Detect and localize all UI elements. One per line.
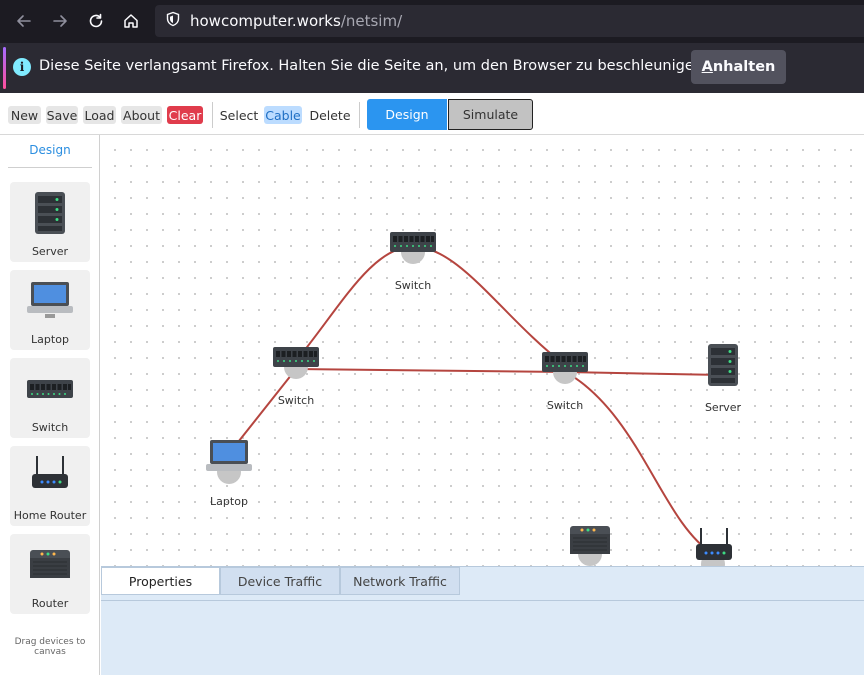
tab-device-traffic[interactable]: Device Traffic xyxy=(220,567,340,595)
switch-icon xyxy=(27,380,73,398)
design-mode-button[interactable]: Design xyxy=(367,99,447,130)
cable[interactable] xyxy=(412,245,567,367)
palette-item-switch[interactable]: Switch xyxy=(10,358,90,438)
delete-tool-button[interactable]: Delete xyxy=(308,106,352,124)
notification-accent xyxy=(3,47,6,89)
home-router-node[interactable] xyxy=(696,528,732,566)
router-node[interactable] xyxy=(570,526,610,566)
select-tool-button[interactable]: Select xyxy=(219,106,259,124)
node-label: Laptop xyxy=(210,495,248,508)
stop-page-button[interactable]: Anhalten xyxy=(691,50,786,84)
node-label: Switch xyxy=(394,279,432,292)
toolbar-divider xyxy=(212,102,213,128)
node-label: Switch xyxy=(546,399,584,412)
network-canvas[interactable]: Switch Switch Switch Server Laptop xyxy=(101,136,864,566)
node-label: Switch xyxy=(277,394,315,407)
palette-item-home-router[interactable]: Home Router xyxy=(10,446,90,526)
save-button[interactable]: Save xyxy=(46,106,78,124)
forward-icon[interactable] xyxy=(43,4,77,38)
load-button[interactable]: Load xyxy=(83,106,116,124)
laptop-node[interactable] xyxy=(206,440,252,484)
browser-toolbar: howcomputer.works/netsim/ xyxy=(0,0,864,43)
server-icon xyxy=(35,192,65,234)
address-text: howcomputer.works/netsim/ xyxy=(190,12,402,30)
tab-properties[interactable]: Properties xyxy=(101,567,220,595)
stop-button-label: nhalten xyxy=(712,59,776,75)
url-host: howcomputer.works xyxy=(190,12,341,30)
panel-divider xyxy=(101,600,864,601)
palette-item-label: Switch xyxy=(31,421,69,434)
server-node[interactable] xyxy=(708,344,738,386)
about-button[interactable]: About xyxy=(121,106,162,124)
palette-divider xyxy=(8,167,92,168)
switch-node[interactable] xyxy=(390,232,436,264)
palette-item-label: Home Router xyxy=(13,509,87,522)
palette-hint: Drag devices to canvas xyxy=(14,637,86,657)
palette-item-label: Server xyxy=(31,245,69,258)
palette-item-label: Laptop xyxy=(31,333,69,346)
info-icon: i xyxy=(13,58,31,76)
home-icon[interactable] xyxy=(114,4,148,38)
tab-network-traffic[interactable]: Network Traffic xyxy=(340,567,460,595)
back-icon[interactable] xyxy=(7,4,41,38)
toolbar-divider xyxy=(359,102,360,128)
cable[interactable] xyxy=(565,371,724,376)
cable[interactable] xyxy=(230,368,297,452)
router-icon xyxy=(30,550,70,578)
reload-icon[interactable] xyxy=(79,4,113,38)
switch-node[interactable] xyxy=(273,347,319,379)
palette-title: Design xyxy=(29,143,71,157)
address-bar[interactable]: howcomputer.works/netsim/ xyxy=(155,5,864,37)
cable[interactable] xyxy=(295,368,567,373)
simulate-mode-button[interactable]: Simulate xyxy=(448,99,533,130)
palette-item-server[interactable]: Server xyxy=(10,182,90,262)
stop-button-accesskey: A xyxy=(701,59,713,75)
cable[interactable] xyxy=(295,245,414,362)
cable-tool-button[interactable]: Cable xyxy=(264,106,302,124)
laptop-icon xyxy=(27,282,73,318)
node-label: Server xyxy=(704,401,742,414)
palette-item-router[interactable]: Router xyxy=(10,534,90,614)
new-button[interactable]: New xyxy=(8,106,41,124)
clear-button[interactable]: Clear xyxy=(167,106,203,124)
site-security-icon[interactable] xyxy=(165,11,181,31)
notification-message: Diese Seite verlangsamt Firefox. Halten … xyxy=(39,58,708,74)
palette-item-label: Router xyxy=(31,597,69,610)
url-path: /netsim/ xyxy=(340,12,403,30)
palette-item-laptop[interactable]: Laptop xyxy=(10,270,90,350)
switch-node[interactable] xyxy=(542,352,588,384)
home-router-icon xyxy=(32,456,68,488)
